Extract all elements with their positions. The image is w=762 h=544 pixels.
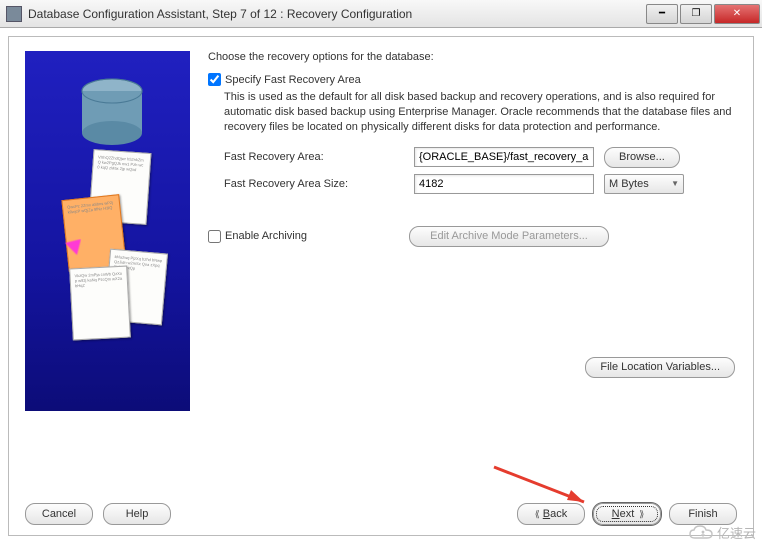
instruction-text: Choose the recovery options for the data… [208, 51, 737, 63]
app-icon [6, 6, 22, 22]
wizard-side-image: VXhQ2ZhdQjwr h52nkZmQ kw2PgQJk nw1 Pzh w… [25, 51, 190, 411]
fra-size-input[interactable] [414, 174, 594, 194]
chevron-left-icon: ⟨⟨ [535, 509, 538, 520]
dialog-frame: VXhQ2ZhdQjwr h52nkZmQ kw2PgQJk nw1 Pzh w… [8, 36, 754, 536]
form-area: Choose the recovery options for the data… [208, 51, 737, 473]
cancel-button[interactable]: Cancel [25, 503, 93, 525]
back-button[interactable]: ⟨⟨ Back [517, 503, 585, 525]
fra-area-input[interactable] [414, 147, 594, 167]
title-bar: Database Configuration Assistant, Step 7… [0, 0, 762, 28]
footer: Cancel Help ⟨⟨ Back Next ⟩⟩ Finish [25, 503, 737, 525]
window-controls: ━ ❐ ✕ [644, 4, 760, 24]
browse-button[interactable]: Browse... [604, 147, 680, 168]
file-location-variables-button[interactable]: File Location Variables... [585, 357, 735, 378]
fra-size-unit-combo[interactable]: M Bytes ▼ [604, 174, 684, 194]
help-button[interactable]: Help [103, 503, 171, 525]
chevron-down-icon: ▼ [671, 179, 679, 188]
specify-fra-label: Specify Fast Recovery Area [225, 74, 361, 86]
window-title: Database Configuration Assistant, Step 7… [28, 7, 644, 21]
fra-size-label: Fast Recovery Area Size: [224, 178, 414, 190]
fra-size-unit-value: M Bytes [609, 178, 649, 190]
close-button[interactable]: ✕ [714, 4, 760, 24]
next-button[interactable]: Next ⟩⟩ [593, 503, 661, 525]
minimize-button[interactable]: ━ [646, 4, 678, 24]
enable-archiving-label: Enable Archiving [225, 230, 409, 242]
maximize-button[interactable]: ❐ [680, 4, 712, 24]
chevron-right-icon: ⟩⟩ [639, 509, 642, 520]
enable-archiving-checkbox[interactable] [208, 230, 221, 243]
edit-archive-params-button[interactable]: Edit Archive Mode Parameters... [409, 226, 609, 247]
fra-description: This is used as the default for all disk… [224, 90, 737, 135]
specify-fra-checkbox[interactable] [208, 73, 221, 86]
finish-button[interactable]: Finish [669, 503, 737, 525]
fra-area-label: Fast Recovery Area: [224, 151, 414, 163]
